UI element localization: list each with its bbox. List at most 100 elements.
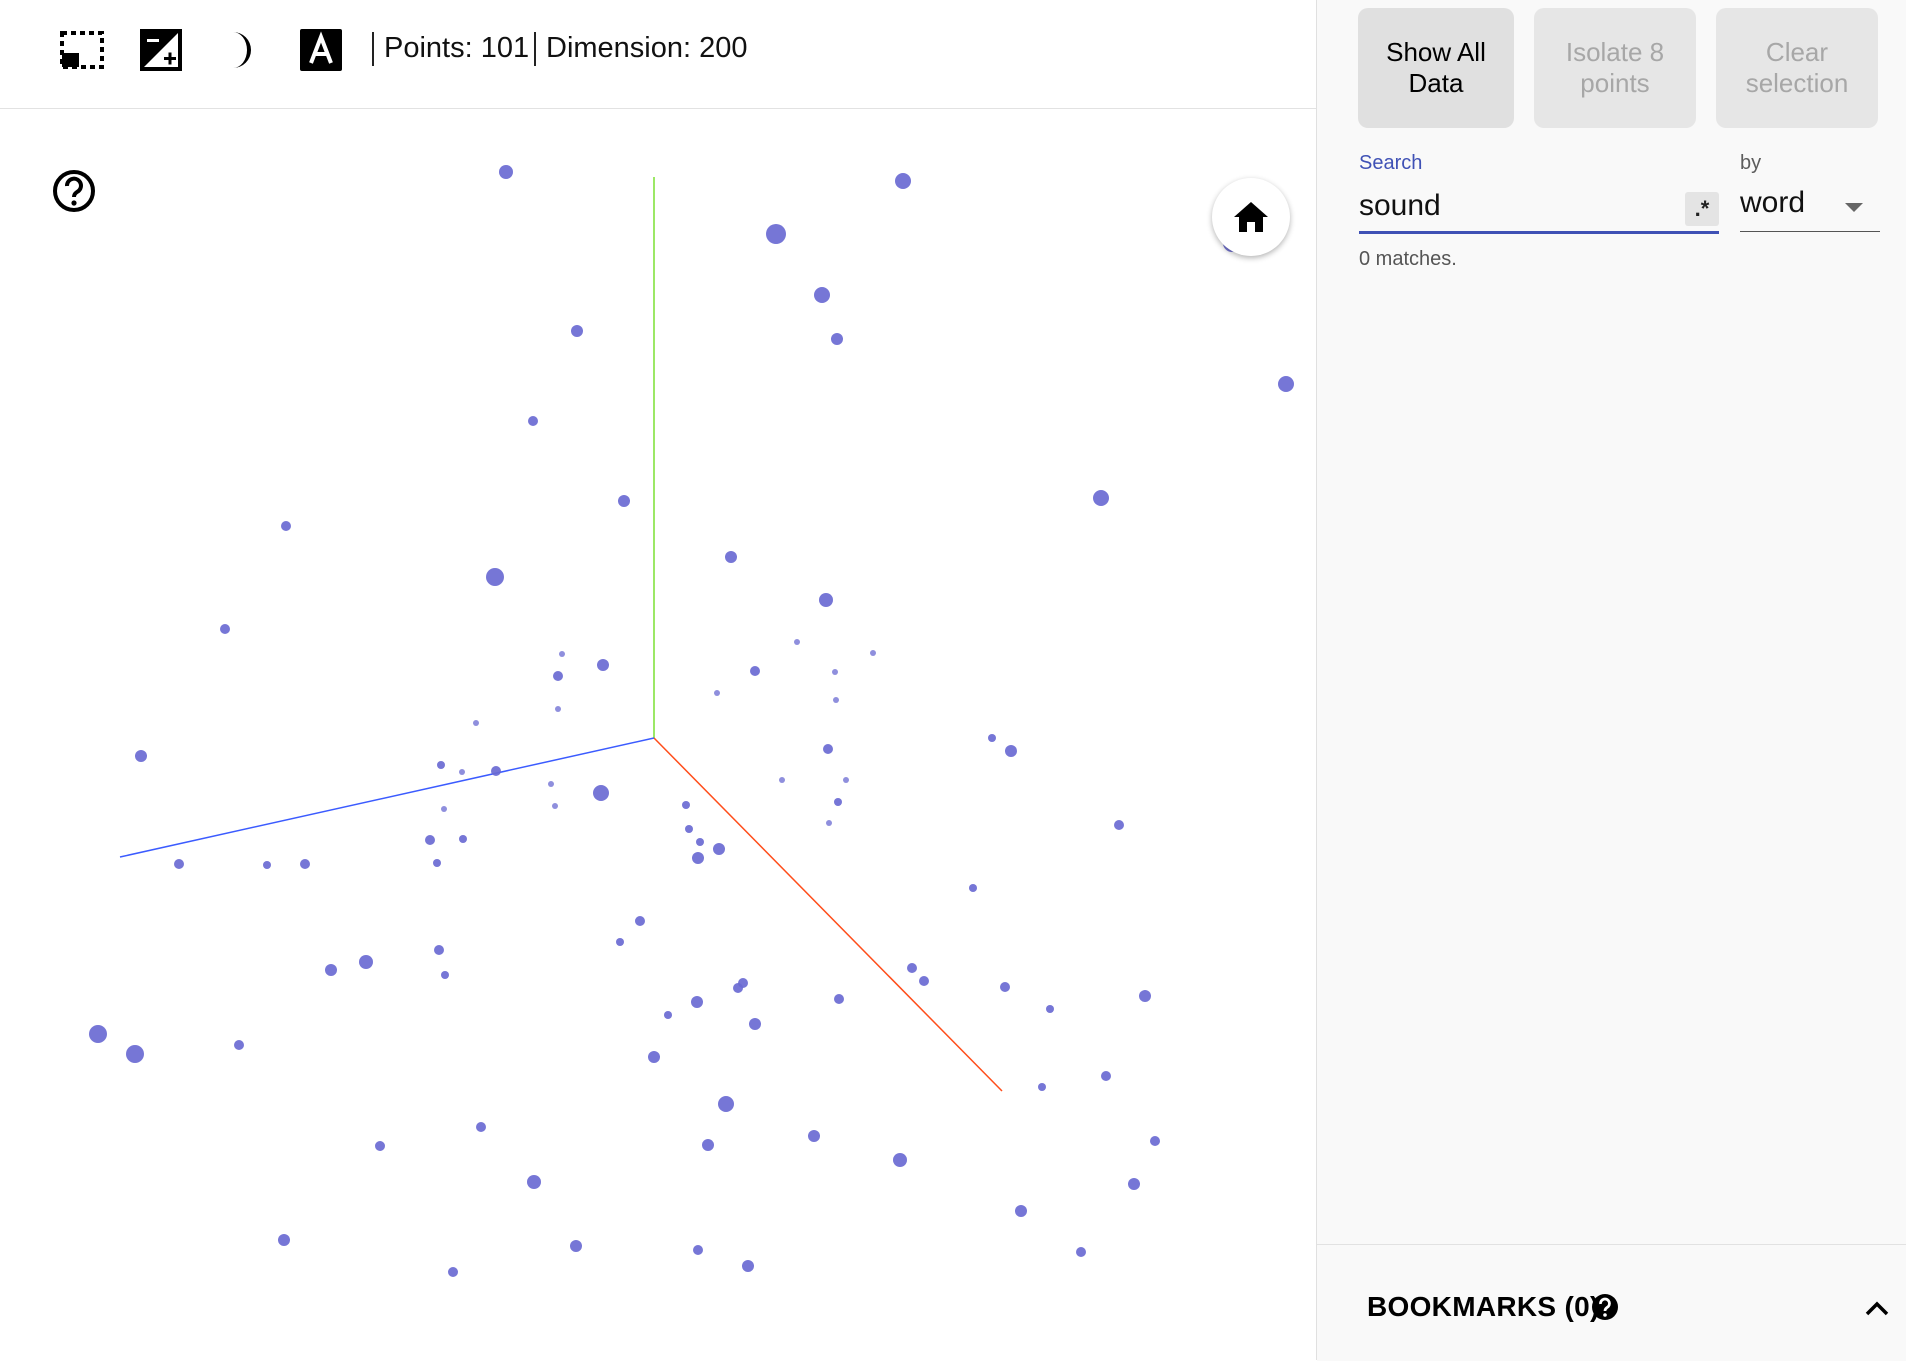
data-point[interactable]: [476, 1122, 486, 1132]
data-point[interactable]: [263, 861, 271, 869]
data-point[interactable]: [559, 651, 565, 657]
data-point[interactable]: [779, 777, 785, 783]
dropdown-arrow-icon[interactable]: [1845, 203, 1863, 212]
data-point[interactable]: [733, 983, 743, 993]
data-point[interactable]: [616, 938, 624, 946]
show-all-data-button[interactable]: Show All Data: [1358, 8, 1514, 128]
clear-selection-button[interactable]: Clear selection: [1716, 8, 1878, 128]
data-point[interactable]: [459, 769, 465, 775]
data-point[interactable]: [870, 650, 876, 656]
data-point[interactable]: [742, 1260, 754, 1272]
data-point[interactable]: [375, 1141, 385, 1151]
data-point[interactable]: [691, 996, 703, 1008]
selection-rect-icon[interactable]: [58, 26, 106, 74]
data-point[interactable]: [749, 1018, 761, 1030]
data-point[interactable]: [499, 165, 513, 179]
data-point[interactable]: [833, 697, 839, 703]
data-point[interactable]: [819, 593, 833, 607]
data-point[interactable]: [527, 1175, 541, 1189]
data-point[interactable]: [725, 551, 737, 563]
data-point[interactable]: [553, 671, 563, 681]
data-point[interactable]: [281, 521, 291, 531]
data-point[interactable]: [597, 659, 609, 671]
data-point[interactable]: [1046, 1005, 1054, 1013]
data-point[interactable]: [571, 325, 583, 337]
question-circle-icon[interactable]: [52, 169, 96, 213]
data-point[interactable]: [685, 825, 693, 833]
data-point[interactable]: [1015, 1205, 1027, 1217]
data-point[interactable]: [1139, 990, 1151, 1002]
data-point[interactable]: [135, 750, 147, 762]
data-point[interactable]: [555, 706, 561, 712]
data-point[interactable]: [843, 777, 849, 783]
data-point[interactable]: [486, 568, 504, 586]
data-point[interactable]: [808, 1130, 820, 1142]
scatter-plot-3d[interactable]: [0, 109, 1316, 1360]
data-point[interactable]: [750, 666, 760, 676]
data-points[interactable]: [89, 165, 1294, 1277]
night-mode-contrast-icon[interactable]: [137, 26, 185, 74]
crescent-moon-icon[interactable]: [217, 26, 265, 74]
data-point[interactable]: [832, 669, 838, 675]
data-point[interactable]: [1005, 745, 1017, 757]
data-point[interactable]: [1101, 1071, 1111, 1081]
data-point[interactable]: [234, 1040, 244, 1050]
data-point[interactable]: [823, 744, 833, 754]
search-input[interactable]: [1359, 186, 1671, 226]
data-point[interactable]: [794, 639, 800, 645]
data-point[interactable]: [648, 1051, 660, 1063]
data-point[interactable]: [1000, 982, 1010, 992]
data-point[interactable]: [528, 416, 538, 426]
home-button[interactable]: [1212, 178, 1290, 256]
label-a-icon[interactable]: [297, 26, 345, 74]
data-point[interactable]: [434, 945, 444, 955]
bookmarks-title[interactable]: BOOKMARKS (0): [1367, 1291, 1600, 1323]
data-point[interactable]: [692, 852, 704, 864]
data-point[interactable]: [174, 859, 184, 869]
data-point[interactable]: [1278, 376, 1294, 392]
chevron-up-icon[interactable]: [1861, 1293, 1893, 1325]
data-point[interactable]: [441, 806, 447, 812]
data-point[interactable]: [834, 798, 842, 806]
data-point[interactable]: [425, 835, 435, 845]
data-point[interactable]: [919, 976, 929, 986]
data-point[interactable]: [1076, 1247, 1086, 1257]
data-point[interactable]: [300, 859, 310, 869]
data-point[interactable]: [325, 964, 337, 976]
data-point[interactable]: [766, 224, 786, 244]
data-point[interactable]: [278, 1234, 290, 1246]
data-point[interactable]: [548, 781, 554, 787]
data-point[interactable]: [618, 495, 630, 507]
data-point[interactable]: [1038, 1083, 1046, 1091]
data-point[interactable]: [702, 1139, 714, 1151]
data-point[interactable]: [1128, 1178, 1140, 1190]
data-point[interactable]: [635, 916, 645, 926]
data-point[interactable]: [714, 690, 720, 696]
data-point[interactable]: [834, 994, 844, 1004]
data-point[interactable]: [1093, 490, 1109, 506]
data-point[interactable]: [448, 1267, 458, 1277]
data-point[interactable]: [552, 803, 558, 809]
regex-toggle-button[interactable]: .*: [1685, 192, 1719, 226]
data-point[interactable]: [359, 955, 373, 969]
data-point[interactable]: [895, 173, 911, 189]
data-point[interactable]: [473, 720, 479, 726]
isolate-points-button[interactable]: Isolate 8 points: [1534, 8, 1696, 128]
data-point[interactable]: [988, 734, 996, 742]
bookmarks-help-icon[interactable]: [1591, 1293, 1619, 1321]
data-point[interactable]: [491, 766, 501, 776]
data-point[interactable]: [664, 1011, 672, 1019]
data-point[interactable]: [437, 761, 445, 769]
data-point[interactable]: [682, 801, 690, 809]
data-point[interactable]: [693, 1245, 703, 1255]
data-point[interactable]: [441, 971, 449, 979]
data-point[interactable]: [831, 333, 843, 345]
data-point[interactable]: [1114, 820, 1124, 830]
data-point[interactable]: [593, 785, 609, 801]
data-point[interactable]: [220, 624, 230, 634]
data-point[interactable]: [696, 838, 704, 846]
data-point[interactable]: [969, 884, 977, 892]
data-point[interactable]: [570, 1240, 582, 1252]
data-point[interactable]: [459, 835, 467, 843]
data-point[interactable]: [1150, 1136, 1160, 1146]
